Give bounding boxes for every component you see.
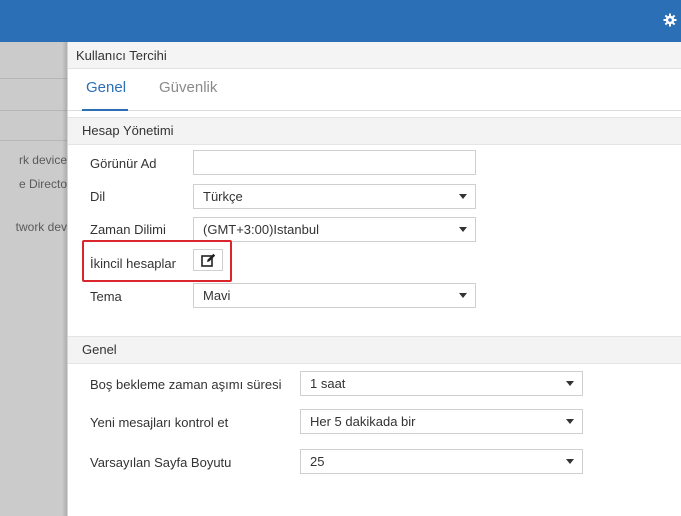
sidebar-divider [0,140,67,141]
section-header-account: Hesap Yönetimi [68,117,681,145]
tab-general[interactable]: Genel [86,79,126,96]
chevron-down-icon [459,194,467,199]
chevron-down-icon [459,293,467,298]
top-bar [0,0,681,42]
display-name-input[interactable] [193,150,476,175]
sidebar-item[interactable]: e Directo [19,177,67,191]
language-select-value: Türkçe [203,189,243,204]
timezone-label: Zaman Dilimi [90,222,166,237]
chevron-down-icon [566,419,574,424]
check-messages-select-value: Her 5 dakikada bir [310,414,416,429]
check-messages-select[interactable]: Her 5 dakikada bir [300,409,583,434]
page-size-label: Varsayılan Sayfa Boyutu [90,455,232,470]
language-label: Dil [90,189,106,204]
timezone-select[interactable]: (GMT+3:00)Istanbul [193,217,476,242]
theme-label: Tema [90,289,122,304]
sidebar-item[interactable]: twork dev [16,220,67,234]
display-name-label: Görünür Ad [90,156,157,171]
chevron-down-icon [459,227,467,232]
idle-timeout-label: Boş bekleme zaman aşımı süresi [90,377,282,392]
highlight-frame [82,240,232,282]
tab-bar: Genel Güvenlik [68,69,681,111]
panel-title: Kullanıcı Tercihi [68,42,681,69]
section-header-general: Genel [68,336,681,364]
sidebar-item[interactable]: rk device [19,153,67,167]
gear-icon[interactable] [663,13,677,27]
idle-timeout-select-value: 1 saat [310,376,346,391]
user-preferences-panel: Kullanıcı Tercihi Genel Güvenlik Hesap Y… [68,42,681,516]
theme-select-value: Mavi [203,288,231,303]
page-size-select-value: 25 [310,454,325,469]
language-select[interactable]: Türkçe [193,184,476,209]
chevron-down-icon [566,459,574,464]
timezone-select-value: (GMT+3:00)Istanbul [203,222,319,237]
tab-security[interactable]: Güvenlik [159,79,217,96]
chevron-down-icon [566,381,574,386]
theme-select[interactable]: Mavi [193,283,476,308]
check-messages-label: Yeni mesajları kontrol et [90,415,229,430]
background-sidebar: rk device e Directo twork dev [0,42,67,516]
idle-timeout-select[interactable]: 1 saat [300,371,583,396]
sidebar-divider [0,110,67,111]
page-size-select[interactable]: 25 [300,449,583,474]
sidebar-divider [0,78,67,79]
active-tab-indicator [82,109,128,111]
